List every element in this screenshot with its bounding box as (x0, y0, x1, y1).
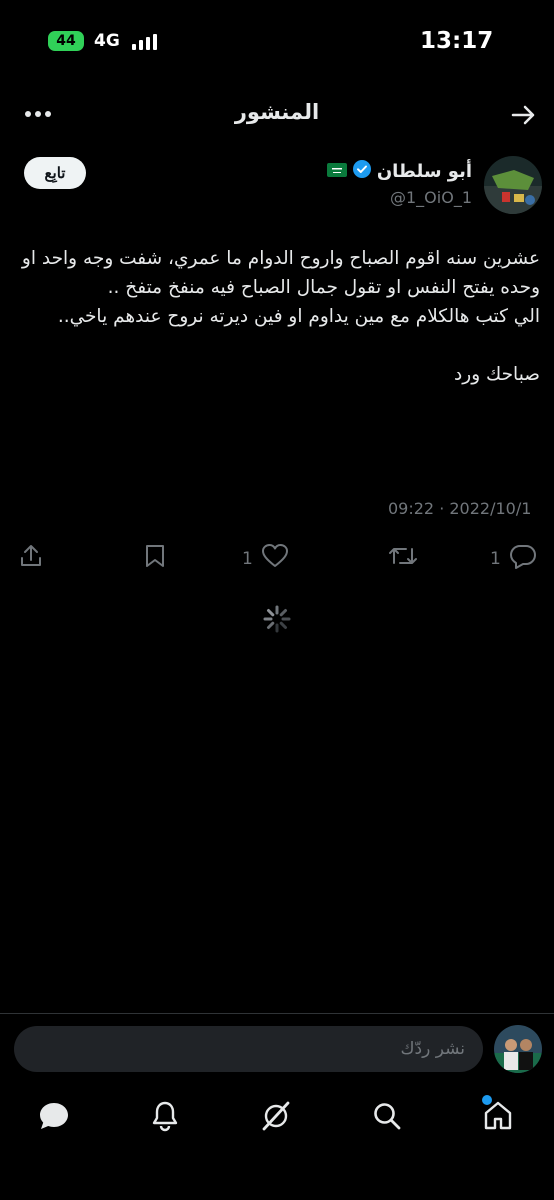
tab-messages[interactable] (34, 1098, 74, 1138)
author-name-row[interactable]: أبو سلطان (326, 160, 472, 182)
home-icon (482, 1100, 514, 1136)
bell-icon (150, 1100, 180, 1136)
retweet-icon (388, 543, 418, 574)
post-text: عشرين سنه اقوم الصباح واروح الدوام ما عم… (21, 248, 540, 385)
post-timestamp: 09:22 · 2022/10/1 (388, 499, 532, 518)
bookmark-button[interactable] (143, 543, 167, 574)
reply-icon (509, 543, 537, 574)
flag-icon (326, 162, 347, 181)
reply-count: 1 (490, 548, 501, 569)
network-type: 4G (94, 31, 120, 51)
author-avatar[interactable] (484, 156, 542, 214)
search-icon (371, 1100, 403, 1136)
status-time: 13:17 (420, 28, 494, 54)
page-title: المنشور (234, 100, 320, 124)
back-arrow-icon[interactable] (508, 100, 538, 134)
heart-icon (261, 543, 289, 574)
verified-badge-icon (352, 160, 371, 182)
like-count: 1 (242, 548, 253, 569)
chat-icon (37, 1100, 71, 1136)
author-name[interactable]: أبو سلطان (377, 161, 472, 182)
share-icon (18, 543, 44, 574)
grok-icon (259, 1099, 293, 1137)
user-avatar[interactable] (494, 1025, 542, 1073)
divider (0, 1013, 554, 1014)
signal-icon (132, 34, 157, 50)
battery-indicator: 44 (48, 31, 84, 51)
author-handle[interactable]: @1_OiO_1 (390, 188, 472, 207)
reply-input[interactable]: نشر ردّك (14, 1026, 483, 1072)
like-button[interactable]: 1 (242, 543, 289, 574)
loading-spinner-icon (262, 604, 292, 638)
reply-button[interactable]: 1 (490, 543, 537, 574)
tab-search[interactable] (367, 1098, 407, 1138)
battery-level: 44 (56, 33, 76, 49)
retweet-button[interactable] (388, 543, 418, 574)
tab-home[interactable] (478, 1098, 518, 1138)
tab-notifications[interactable] (145, 1098, 185, 1138)
bookmark-icon (143, 543, 167, 574)
share-button[interactable] (18, 543, 44, 574)
tab-grok[interactable] (256, 1098, 296, 1138)
follow-button[interactable]: تابِع (24, 157, 86, 189)
